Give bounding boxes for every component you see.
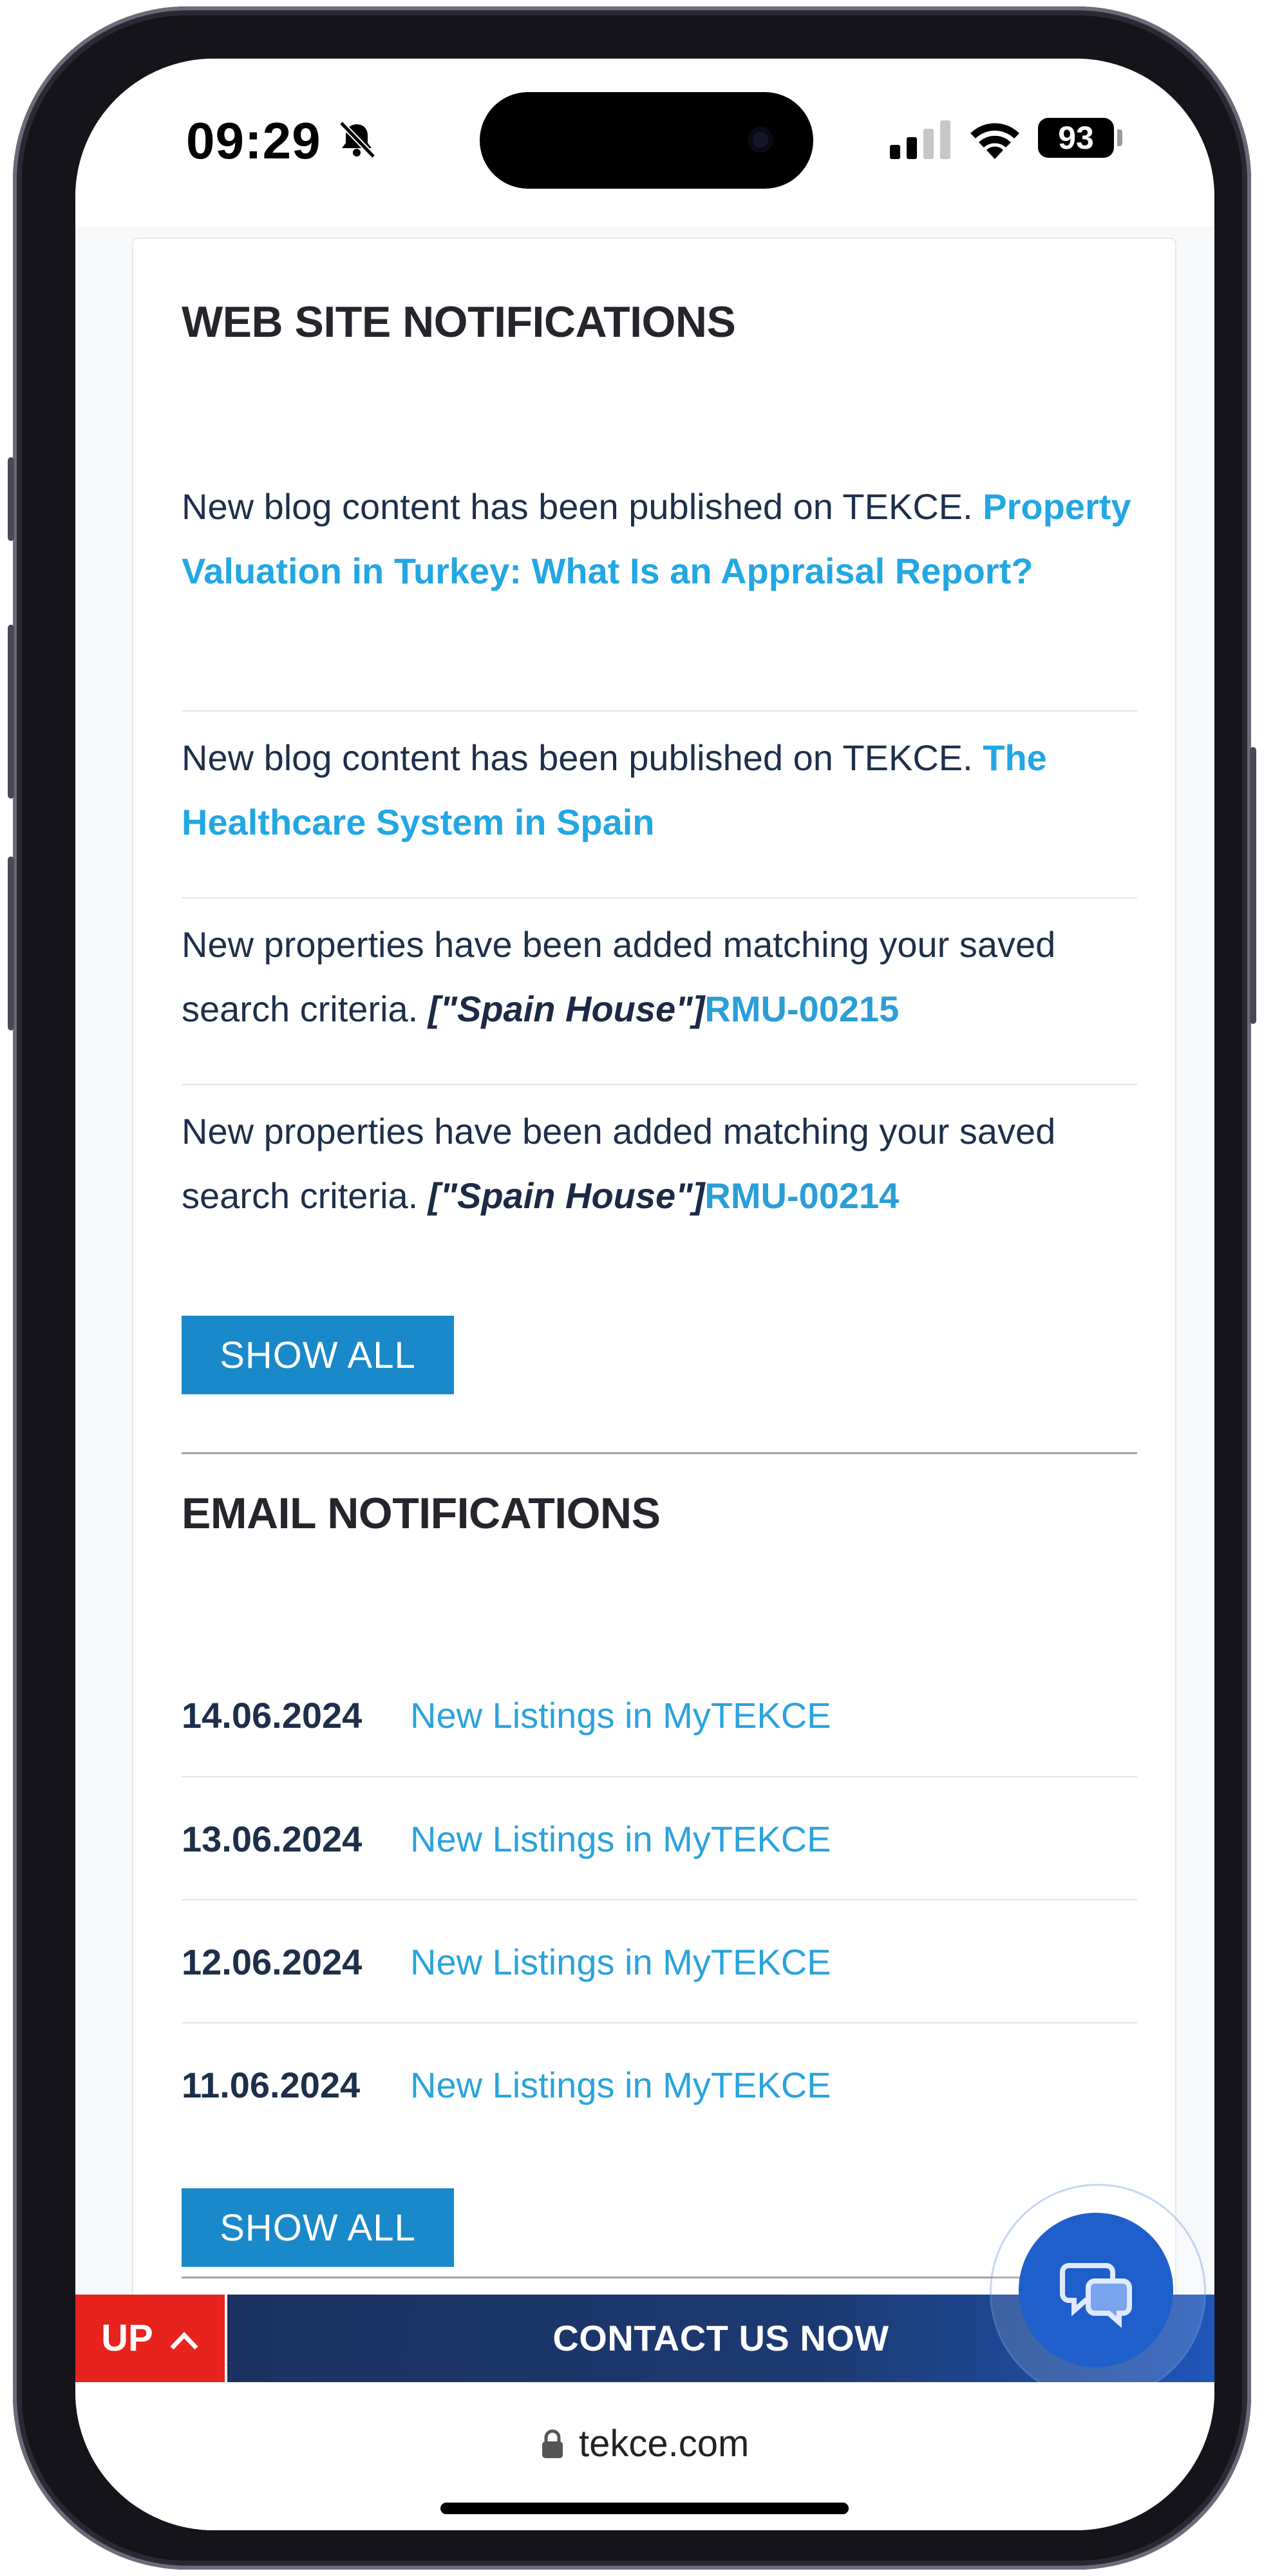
divider [182, 897, 1137, 898]
notification-text: New blog content has been published on T… [182, 737, 983, 778]
divider [182, 1084, 1137, 1085]
status-bar: 09:29 93 [75, 59, 1214, 226]
saved-search-tag: ["Spain House"] [428, 1175, 705, 1216]
status-time: 09:29 [186, 112, 321, 169]
email-notification-row: 11.06.2024 New Listings in MyTEKCE [182, 2053, 1137, 2117]
bell-slash-icon [339, 120, 376, 159]
email-link[interactable]: New Listings in MyTEKCE [410, 1807, 831, 1871]
dynamic-island [480, 92, 813, 189]
web-notification-item: New properties have been added matching … [182, 913, 1147, 1041]
battery-icon: 93 [1038, 118, 1114, 158]
property-code-link[interactable]: RMU-00215 [704, 989, 899, 1029]
chat-bubbles-icon [1060, 2263, 1132, 2328]
saved-search-tag: ["Spain House"] [428, 989, 705, 1029]
email-date: 14.06.2024 [182, 1695, 363, 1736]
divider [182, 1776, 1137, 1777]
phone-frame: 09:29 93 WEB SITE NOTIFICATIONS New blog… [8, 6, 1256, 2570]
phone-screen: 09:29 93 WEB SITE NOTIFICATIONS New blog… [75, 59, 1214, 2530]
volume-down-button [8, 857, 14, 1030]
email-date: 12.06.2024 [182, 1942, 363, 1982]
lock-icon [542, 2429, 563, 2458]
email-notification-row: 14.06.2024 New Listings in MyTEKCE [182, 1683, 1137, 1748]
wifi-icon [970, 123, 1019, 159]
email-notification-row: 12.06.2024 New Listings in MyTEKCE [182, 1930, 1137, 1994]
property-code-link[interactable]: RMU-00214 [704, 1175, 899, 1216]
up-label: UP [101, 2317, 153, 2359]
email-notification-row: 13.06.2024 New Listings in MyTEKCE [182, 1807, 1137, 1871]
power-button [1250, 747, 1256, 1024]
divider [182, 1899, 1137, 1900]
scroll-up-button[interactable]: UP [75, 2295, 225, 2382]
web-notification-item: New properties have been added matching … [182, 1099, 1147, 1228]
divider [182, 2022, 1137, 2023]
email-link[interactable]: New Listings in MyTEKCE [410, 2053, 831, 2117]
email-date: 13.06.2024 [182, 1819, 363, 1859]
signal-icon [890, 120, 950, 159]
volume-up-button [8, 625, 14, 799]
web-notification-item: New blog content has been published on T… [182, 475, 1147, 603]
email-show-all-button[interactable]: SHOW ALL [182, 2188, 454, 2267]
web-show-all-button[interactable]: SHOW ALL [182, 1316, 454, 1394]
section-divider [182, 1452, 1137, 1454]
silent-switch [8, 457, 14, 541]
email-date: 11.06.2024 [182, 2065, 361, 2105]
url-text: tekce.com [579, 2423, 750, 2465]
email-link[interactable]: New Listings in MyTEKCE [410, 1683, 831, 1748]
camera-icon [748, 127, 773, 153]
battery-tip [1117, 129, 1122, 146]
email-link[interactable]: New Listings in MyTEKCE [410, 1930, 831, 1994]
divider [182, 710, 1137, 712]
chat-button[interactable] [1019, 2213, 1173, 2367]
web-notifications-title: WEB SITE NOTIFICATIONS [182, 298, 736, 346]
chevron-up-icon [170, 2331, 198, 2350]
email-notifications-title: EMAIL NOTIFICATIONS [182, 1489, 661, 1538]
home-indicator[interactable] [440, 2503, 849, 2514]
notification-text: New blog content has been published on T… [182, 486, 983, 527]
web-notification-item: New blog content has been published on T… [182, 726, 1147, 855]
